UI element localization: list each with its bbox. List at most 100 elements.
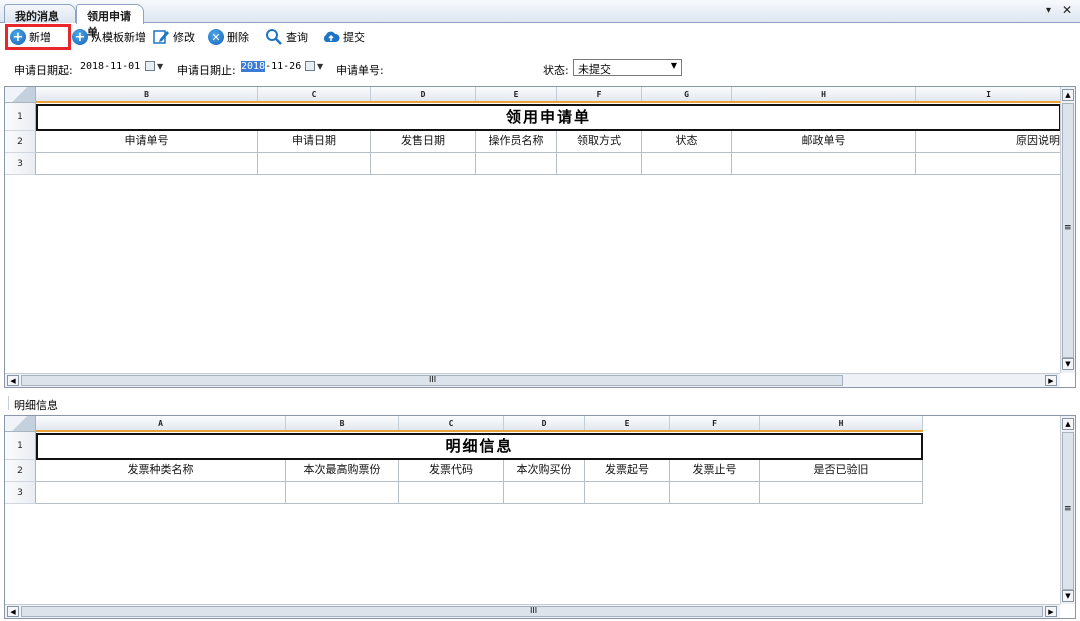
table-cell[interactable] bbox=[371, 153, 476, 175]
detail-grid[interactable]: A B C D E F H 1 2 3 明细信息 发票种类名称 本次最高购票份 … bbox=[4, 415, 1076, 619]
column-header-row: B C D E F G H I bbox=[5, 87, 1061, 103]
table-cell[interactable] bbox=[36, 482, 286, 504]
table-cell[interactable] bbox=[916, 153, 1061, 175]
submit-button[interactable]: 提交 bbox=[319, 26, 368, 48]
row-header[interactable]: 3 bbox=[5, 482, 36, 504]
table-cell[interactable] bbox=[399, 482, 504, 504]
scroll-down-icon[interactable]: ▼ bbox=[1062, 590, 1074, 602]
column-header[interactable]: B bbox=[36, 87, 258, 101]
column-header[interactable]: E bbox=[476, 87, 557, 101]
toolbar: + 新增 + 从模板新增 修改 ✕ 删除 查询 提交 bbox=[0, 24, 1080, 50]
table-header-cell[interactable]: 领取方式 bbox=[557, 131, 642, 153]
table-cell[interactable] bbox=[258, 153, 371, 175]
row-header[interactable]: 1 bbox=[5, 432, 36, 460]
date-to-rest-text: -11-26 bbox=[265, 61, 302, 72]
scroll-up-icon[interactable]: ▲ bbox=[1062, 89, 1074, 101]
table-cell[interactable] bbox=[585, 482, 670, 504]
tab-my-messages[interactable]: 我的消息 bbox=[4, 4, 76, 23]
table-header-cell[interactable]: 申请日期 bbox=[258, 131, 371, 153]
date-to-selected-text: 2018 bbox=[241, 61, 266, 72]
status-select[interactable]: 未提交 ▼ bbox=[573, 59, 682, 76]
table-cell[interactable] bbox=[476, 153, 557, 175]
horizontal-scrollbar[interactable]: ◀ III ▶ bbox=[5, 373, 1060, 387]
column-header[interactable]: H bbox=[760, 416, 923, 430]
date-to-picker[interactable]: ▼ bbox=[305, 58, 329, 74]
table-header-cell[interactable]: 原因说明 bbox=[916, 131, 1061, 153]
row-header[interactable]: 2 bbox=[5, 131, 36, 153]
table-header-cell[interactable]: 发售日期 bbox=[371, 131, 476, 153]
table-header-cell[interactable]: 本次购买份 bbox=[504, 460, 585, 482]
table-header-cell[interactable]: 申请单号 bbox=[36, 131, 258, 153]
row-header[interactable]: 1 bbox=[5, 103, 36, 131]
row-header[interactable]: 3 bbox=[5, 153, 36, 175]
edit-icon bbox=[153, 30, 169, 44]
apply-form-grid[interactable]: B C D E F G H I 1 2 3 领用申请单 申请单号 申请日期 发售… bbox=[4, 86, 1076, 388]
table-header-cell[interactable]: 操作员名称 bbox=[476, 131, 557, 153]
scroll-grip: ≡ bbox=[1064, 223, 1072, 233]
column-header[interactable]: F bbox=[670, 416, 760, 430]
query-button[interactable]: 查询 bbox=[262, 26, 311, 48]
table-header-cell[interactable]: 发票起号 bbox=[585, 460, 670, 482]
select-all-corner[interactable] bbox=[5, 87, 36, 103]
column-header[interactable]: C bbox=[399, 416, 504, 430]
grid-title-cell[interactable]: 领用申请单 bbox=[36, 104, 1061, 131]
column-header[interactable]: G bbox=[642, 87, 732, 101]
column-header[interactable]: E bbox=[585, 416, 670, 430]
table-header-cell[interactable]: 发票代码 bbox=[399, 460, 504, 482]
grid-title-cell[interactable]: 明细信息 bbox=[36, 433, 923, 460]
table-header-cell[interactable]: 本次最高购票份 bbox=[286, 460, 399, 482]
column-header[interactable]: C bbox=[258, 87, 371, 101]
add-from-template-button[interactable]: + 从模板新增 bbox=[69, 26, 149, 48]
column-header[interactable]: B bbox=[286, 416, 399, 430]
table-header-cell[interactable]: 状态 bbox=[642, 131, 732, 153]
vertical-scrollbar[interactable]: ▲ ≡ ▼ bbox=[1060, 416, 1075, 604]
scroll-right-icon[interactable]: ▶ bbox=[1045, 606, 1057, 617]
column-header[interactable]: D bbox=[371, 87, 476, 101]
table-header-cell[interactable]: 发票止号 bbox=[670, 460, 760, 482]
close-tab-icon[interactable]: ✕ bbox=[1062, 3, 1072, 17]
column-header[interactable]: F bbox=[557, 87, 642, 101]
table-cell[interactable] bbox=[760, 482, 923, 504]
scroll-left-icon[interactable]: ◀ bbox=[7, 375, 19, 386]
vertical-scrollbar[interactable]: ▲ ≡ ▼ bbox=[1060, 87, 1075, 373]
table-cell[interactable] bbox=[36, 153, 258, 175]
date-from-picker[interactable]: ▼ bbox=[145, 58, 169, 74]
edit-button-label: 修改 bbox=[173, 31, 195, 44]
table-cell[interactable] bbox=[286, 482, 399, 504]
status-label: 状态: bbox=[543, 64, 569, 77]
date-to-input[interactable]: 2018-11-26 bbox=[241, 61, 301, 72]
horizontal-scrollbar[interactable]: ◀ III ▶ bbox=[5, 604, 1060, 618]
tab-bar: 我的消息 领用申请单 ▾ ✕ bbox=[0, 0, 1080, 39]
table-cell[interactable] bbox=[504, 482, 585, 504]
add-button[interactable]: + 新增 bbox=[5, 24, 71, 50]
table-header-cell[interactable]: 邮政单号 bbox=[732, 131, 916, 153]
scroll-grip: III bbox=[530, 606, 538, 615]
scroll-left-icon[interactable]: ◀ bbox=[7, 606, 19, 617]
status-select-value: 未提交 bbox=[578, 63, 611, 76]
tab-apply-form[interactable]: 领用申请单 bbox=[76, 4, 144, 39]
table-cell[interactable] bbox=[557, 153, 642, 175]
tab-list-dropdown-icon[interactable]: ▾ bbox=[1046, 5, 1051, 16]
column-header[interactable]: H bbox=[732, 87, 916, 101]
column-header[interactable]: A bbox=[36, 416, 286, 430]
delete-button-label: 删除 bbox=[227, 31, 249, 44]
calendar-icon bbox=[305, 61, 315, 71]
table-header-cell[interactable]: 发票种类名称 bbox=[36, 460, 286, 482]
select-all-corner[interactable] bbox=[5, 416, 36, 432]
table-cell[interactable] bbox=[670, 482, 760, 504]
scroll-up-icon[interactable]: ▲ bbox=[1062, 418, 1074, 430]
table-cell[interactable] bbox=[642, 153, 732, 175]
table-header-cell[interactable]: 是否已验旧 bbox=[760, 460, 923, 482]
plus-icon: + bbox=[72, 29, 88, 45]
date-from-input[interactable]: 2018-11-01 bbox=[80, 61, 140, 72]
column-header[interactable]: I bbox=[916, 87, 1061, 101]
delete-button[interactable]: ✕ 删除 bbox=[205, 26, 252, 48]
column-header[interactable]: D bbox=[504, 416, 585, 430]
scroll-grip: ≡ bbox=[1064, 504, 1072, 514]
apply-no-label: 申请单号: bbox=[336, 64, 384, 77]
edit-button[interactable]: 修改 bbox=[149, 26, 198, 48]
table-cell[interactable] bbox=[732, 153, 916, 175]
scroll-down-icon[interactable]: ▼ bbox=[1062, 358, 1074, 370]
row-header[interactable]: 2 bbox=[5, 460, 36, 482]
scroll-right-icon[interactable]: ▶ bbox=[1045, 375, 1057, 386]
